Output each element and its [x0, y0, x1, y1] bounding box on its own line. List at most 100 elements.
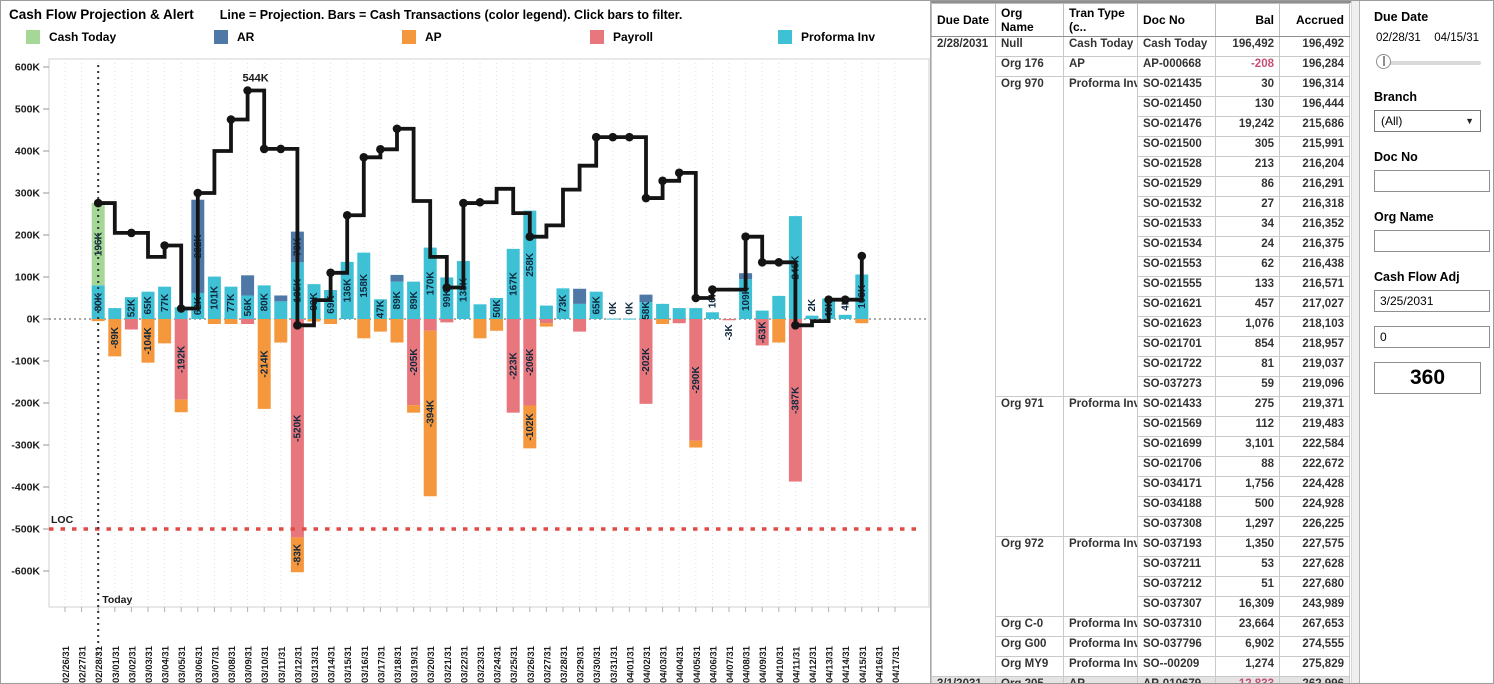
legend-item-proforma[interactable]: Proforma Inv	[778, 30, 875, 44]
projection-point	[243, 86, 252, 95]
table-row[interactable]: 2/28/2031NullCash TodayCash Today196,492…	[932, 37, 1350, 57]
bal-cell: 23,664	[1216, 617, 1280, 637]
bar-segment-ar[interactable]	[640, 295, 653, 303]
bar-segment-ap[interactable]	[324, 319, 337, 324]
chevron-down-icon: ▼	[1465, 116, 1474, 126]
bar-segment-proforma[interactable]	[706, 312, 719, 319]
projection-point	[824, 295, 833, 304]
bar-segment-ar[interactable]	[391, 275, 404, 282]
bar-segment-proforma[interactable]	[772, 296, 785, 319]
x-axis-label: 03/28/31	[559, 645, 570, 683]
bar-segment-ap[interactable]	[391, 319, 404, 343]
bar-segment-payroll[interactable]	[241, 319, 254, 324]
x-axis-label: 03/09/31	[244, 645, 255, 683]
x-axis-label: 03/30/31	[592, 645, 603, 683]
bar-value-label: 58K	[641, 301, 652, 320]
bar-segment-ar[interactable]	[573, 289, 586, 304]
bar-segment-ar[interactable]	[241, 275, 254, 295]
bar-segment-ap[interactable]	[175, 400, 188, 413]
bar-segment-payroll[interactable]	[424, 319, 437, 331]
bar-segment-proforma[interactable]	[673, 308, 686, 319]
legend-item-cash_today[interactable]: Cash Today	[26, 30, 116, 44]
column-header-org-name[interactable]: Org Name	[996, 4, 1064, 37]
bar-segment-payroll[interactable]	[540, 319, 553, 323]
bar-segment-ap[interactable]	[225, 319, 238, 324]
bar-segment-proforma[interactable]	[756, 311, 769, 319]
bar-segment-payroll[interactable]	[440, 319, 453, 322]
bal-cell: 500	[1216, 497, 1280, 517]
bar-segment-proforma[interactable]	[274, 301, 287, 319]
bar-segment-proforma[interactable]	[689, 308, 702, 319]
projection-point	[443, 283, 452, 292]
bar-segment-payroll[interactable]	[723, 319, 736, 320]
column-header-doc-no[interactable]: Doc No	[1138, 4, 1216, 37]
bar-segment-ap[interactable]	[474, 319, 487, 338]
bar-segment-ap[interactable]	[689, 441, 702, 448]
bar-segment-ar[interactable]	[274, 295, 287, 301]
bal-cell: 27	[1216, 197, 1280, 217]
bar-segment-proforma[interactable]	[656, 304, 669, 319]
bar-segment-ap[interactable]	[855, 319, 868, 323]
bar-segment-ap[interactable]	[158, 319, 171, 343]
bar-segment-ap[interactable]	[407, 405, 420, 413]
bar-segment-proforma[interactable]	[540, 306, 553, 319]
branch-select[interactable]: (All) ▼	[1374, 110, 1481, 132]
column-header-accrued[interactable]: Accrued	[1280, 4, 1350, 37]
bar-value-label: 80K	[259, 292, 270, 311]
projection-point	[160, 241, 169, 250]
due-date-slider[interactable]	[1376, 54, 1481, 72]
legend-item-ar[interactable]: AR	[214, 30, 254, 44]
bar-segment-ap[interactable]	[490, 319, 503, 331]
bar-value-label: -192K	[176, 345, 187, 373]
bar-segment-ap[interactable]	[374, 319, 387, 332]
y-axis-label: 600K	[15, 62, 41, 74]
column-header-bal[interactable]: Bal	[1216, 4, 1280, 37]
bar-segment-ap[interactable]	[208, 319, 221, 324]
doc-no-cell: SO-021701	[1138, 337, 1216, 357]
projection-point	[858, 252, 867, 261]
due-date-slider-handle[interactable]	[1376, 54, 1391, 69]
column-header-tran-type-c[interactable]: Tran Type (c..	[1064, 4, 1138, 37]
bar-segment-ap[interactable]	[92, 319, 105, 321]
bar-value-label: 136K	[342, 278, 353, 303]
branch-select-value: (All)	[1381, 114, 1402, 128]
bar-segment-ap[interactable]	[540, 323, 553, 326]
bar-segment-payroll[interactable]	[673, 319, 686, 323]
x-axis-label: 03/29/31	[576, 645, 587, 683]
bar-segment-proforma[interactable]	[606, 319, 619, 320]
bar-value-label: 80K	[93, 292, 104, 311]
org-name-input[interactable]	[1374, 230, 1490, 252]
bar-segment-payroll[interactable]	[125, 319, 138, 330]
bar-value-label: -394K	[425, 399, 436, 427]
doc-no-input[interactable]	[1374, 170, 1490, 192]
bar-segment-proforma[interactable]	[573, 304, 586, 319]
x-axis-label: 03/15/31	[343, 645, 354, 683]
legend-item-ap[interactable]: AP	[402, 30, 442, 44]
legend-item-label: AR	[237, 30, 254, 44]
bar-segment-ap[interactable]	[274, 319, 287, 343]
cashflow-chart[interactable]: 02/26/3102/27/3102/28/3103/01/3103/02/31…	[1, 51, 931, 684]
x-axis-label: 03/12/31	[293, 645, 304, 683]
x-axis-label: 03/16/31	[360, 645, 371, 683]
ap-legend-swatch	[402, 30, 416, 44]
bar-segment-ap[interactable]	[357, 319, 370, 338]
cash-flow-adj-date-input[interactable]	[1374, 290, 1490, 312]
bar-segment-ap[interactable]	[656, 319, 669, 324]
bal-cell: 1,076	[1216, 317, 1280, 337]
table-row[interactable]: 3/1/2031Org 205APAP-010679-12,833262,996	[932, 677, 1350, 684]
column-header-due-date[interactable]: Due Date	[932, 4, 996, 37]
bar-segment-proforma[interactable]	[108, 308, 121, 319]
ar-legend-swatch	[214, 30, 228, 44]
cash-flow-adj-num-input[interactable]	[1374, 326, 1490, 348]
bal-cell: 275	[1216, 397, 1280, 417]
legend-item-payroll[interactable]: Payroll	[590, 30, 653, 44]
bar-segment-proforma[interactable]	[806, 316, 819, 319]
bar-segment-ap[interactable]	[772, 319, 785, 343]
bar-segment-payroll[interactable]	[573, 319, 586, 332]
bar-segment-proforma[interactable]	[474, 304, 487, 319]
bar-segment-proforma[interactable]	[623, 319, 636, 320]
bar-segment-proforma[interactable]	[839, 315, 852, 319]
slider-track[interactable]	[1380, 61, 1481, 65]
org-name-cell: Org MY9	[996, 657, 1064, 677]
x-axis-label: 03/27/31	[542, 645, 553, 683]
